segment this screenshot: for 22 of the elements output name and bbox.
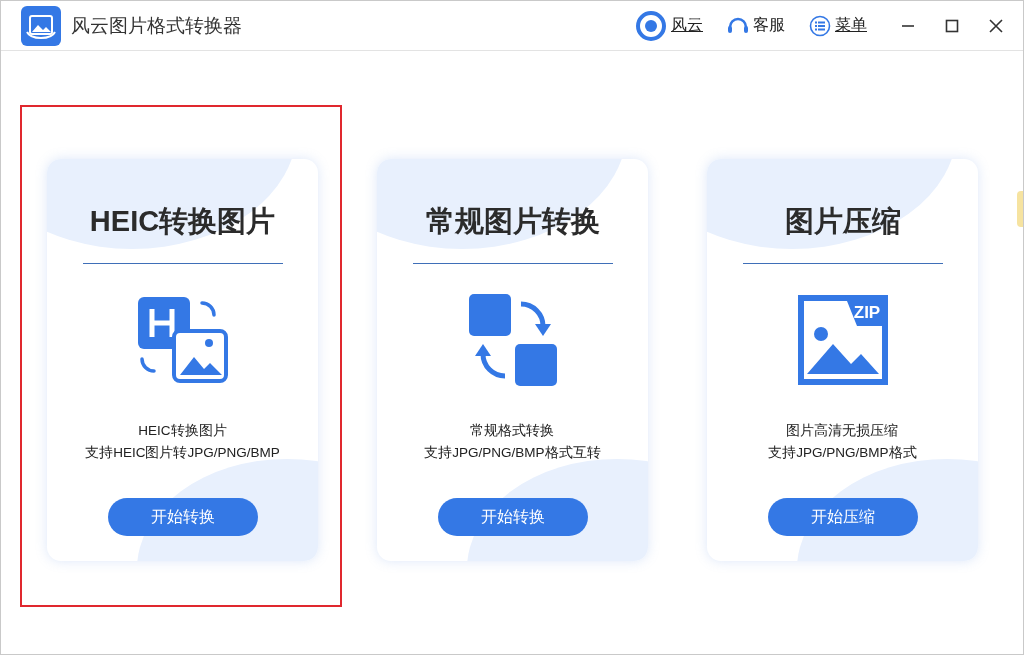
card-description: 图片高清无损压缩 支持JPG/PNG/BMP格式 (768, 422, 917, 462)
card-title: 图片压缩 (784, 204, 901, 239)
support-link[interactable]: 客服 (727, 13, 785, 38)
brand-link[interactable]: 风云 (635, 9, 703, 42)
close-icon (989, 18, 1003, 33)
start-button[interactable]: 开始转换 (437, 498, 588, 536)
circle-logo-icon (635, 9, 667, 42)
card-description: HEIC转换图片 支持HEIC图片转JPG/PNG/BMP (85, 422, 280, 462)
menu-link[interactable]: 菜单 (809, 14, 867, 37)
card-title: HEIC转换图片 (89, 204, 276, 239)
zip-file-icon: ZIP (796, 294, 889, 386)
start-button[interactable]: 开始转换 (107, 498, 258, 536)
window-title: 风云图片格式转换器 (71, 13, 243, 38)
minimize-icon (901, 24, 915, 27)
card-description: 常规格式转换 支持JPG/PNG/BMP格式互转 (424, 422, 601, 462)
swap-squares-icon (468, 294, 557, 386)
app-logo-icon (21, 5, 61, 46)
letter-and-image-icon (137, 297, 228, 383)
start-button[interactable]: 开始压缩 (767, 498, 918, 536)
card-title: 常规图片转换 (425, 204, 600, 239)
maximize-icon (945, 18, 959, 33)
menu-icon (809, 14, 831, 37)
